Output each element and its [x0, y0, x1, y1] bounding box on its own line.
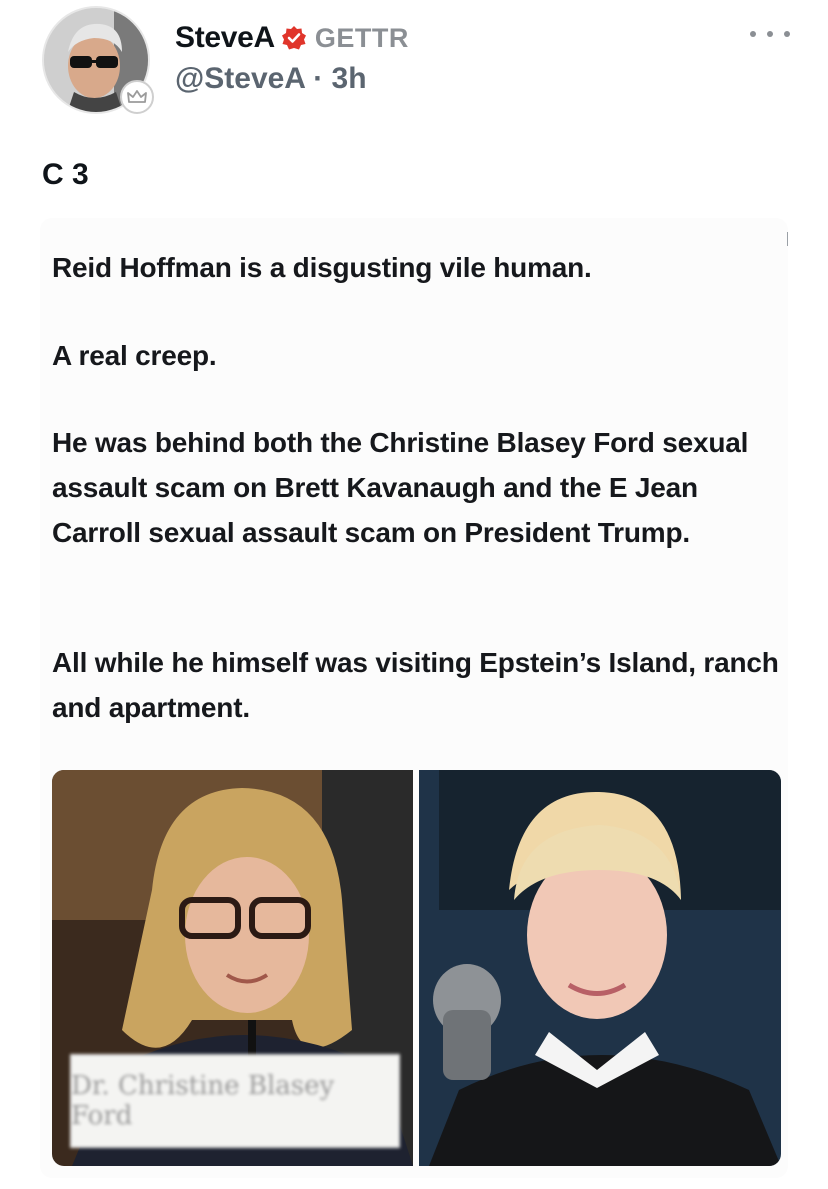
card-edge-divider: [787, 232, 788, 246]
display-name[interactable]: SteveA: [175, 21, 275, 55]
photo-woman-short-white-hair[interactable]: [419, 770, 781, 1166]
card-paragraph: He was behind both the Christine Blasey …: [52, 427, 749, 548]
crown-badge-icon: [127, 90, 147, 103]
photo-illustration: [419, 770, 781, 1166]
platform-label: GETTR: [314, 22, 409, 53]
card-paragraph: Reid Hoffman is a disgusting vile human.: [52, 252, 592, 283]
avatar-badge: [120, 80, 154, 114]
post-text: C 3: [42, 158, 89, 191]
post-header: SteveA GETTR @SteveA · 3h: [0, 0, 828, 130]
timestamp[interactable]: 3h: [332, 62, 367, 95]
card-paragraph: A real creep.: [52, 340, 217, 371]
more-options-icon: [784, 31, 790, 37]
handle[interactable]: @SteveA: [175, 62, 305, 95]
handle-row: @SteveA · 3h: [175, 62, 367, 96]
separator: ·: [313, 62, 324, 95]
card-paragraph: All while he himself was visiting Epstei…: [52, 647, 779, 723]
verified-badge-icon: [281, 26, 306, 50]
author-row: SteveA GETTR: [175, 18, 409, 58]
more-options-button[interactable]: [750, 22, 790, 46]
nameplate: Dr. Christine Blasey Ford: [70, 1054, 400, 1148]
photo-woman-blonde-hair-glasses[interactable]: Dr. Christine Blasey Ford: [52, 770, 413, 1166]
more-options-icon: [750, 31, 756, 37]
more-options-icon: [767, 31, 773, 37]
